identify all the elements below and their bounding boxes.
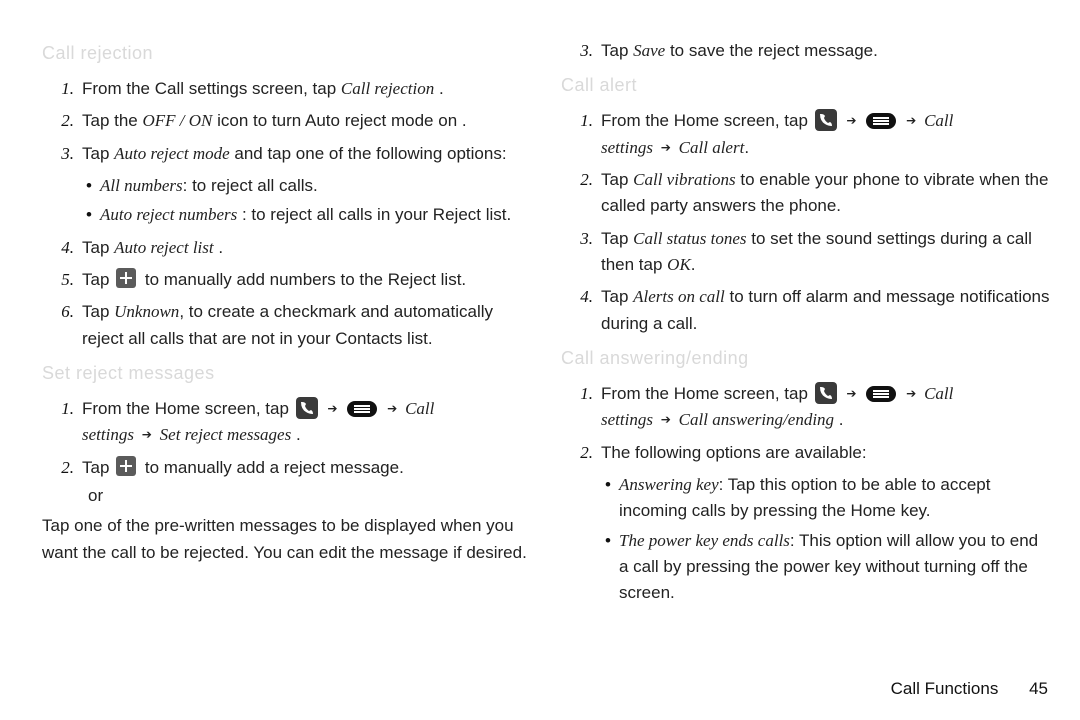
bullet: The power key ends calls: This option wi… [605, 528, 1052, 607]
bullet: Answering key: Tap this option to be abl… [605, 472, 1052, 525]
footer-section: Call Functions [891, 679, 999, 698]
step: 2. The following options are available: … [601, 440, 1052, 607]
phone-icon [815, 109, 837, 131]
arrow-icon: ➔ [843, 384, 859, 404]
arrow-icon: ➔ [324, 399, 340, 419]
step: 3. Tap Call status tones to set the soun… [601, 226, 1052, 279]
plus-icon [116, 268, 138, 290]
bullet: Auto reject numbers : to reject all call… [86, 202, 533, 228]
heading-call-answering-ending: Call answering/ending [561, 345, 1052, 373]
step: 2. Tap Call vibrations to enable your ph… [601, 167, 1052, 220]
bullet: All numbers: to reject all calls. [86, 173, 533, 199]
heading-call-rejection: Call rejection [42, 40, 533, 68]
step: 3. Tap Auto reject mode and tap one of t… [82, 141, 533, 229]
step: 3. Tap Save to save the reject message. [601, 38, 1052, 64]
right-column: 3. Tap Save to save the reject message. … [561, 34, 1052, 654]
page-footer: Call Functions 45 [891, 676, 1048, 702]
step: 2. Tap to manually add a reject message.… [82, 455, 533, 566]
arrow-icon: ➔ [384, 399, 400, 419]
step: 2. Tap the OFF / ON icon to turn Auto re… [82, 108, 533, 134]
menu-icon [866, 113, 896, 129]
step: 1. From the Call settings screen, tap Ca… [82, 76, 533, 102]
step: 1. From the Home screen, tap ➔ ➔ Call se… [82, 396, 533, 449]
manual-page: Call rejection 1. From the Call settings… [0, 0, 1080, 720]
step: 1. From the Home screen, tap ➔ ➔ Call se… [601, 381, 1052, 434]
arrow-icon: ➔ [658, 138, 674, 158]
heading-set-reject-messages: Set reject messages [42, 360, 533, 388]
arrow-icon: ➔ [903, 384, 919, 404]
menu-icon [347, 401, 377, 417]
step: 5. Tap to manually add numbers to the Re… [82, 267, 533, 293]
step: 6. Tap Unknown, to create a checkmark an… [82, 299, 533, 352]
plus-icon [116, 456, 138, 478]
phone-icon [815, 382, 837, 404]
arrow-icon: ➔ [843, 111, 859, 131]
arrow-icon: ➔ [903, 111, 919, 131]
step: 1. From the Home screen, tap ➔ ➔ Call se… [601, 108, 1052, 161]
step: 4. Tap Auto reject list . [82, 235, 533, 261]
left-column: Call rejection 1. From the Call settings… [42, 34, 533, 654]
heading-call-alert: Call alert [561, 72, 1052, 100]
phone-icon [296, 397, 318, 419]
arrow-icon: ➔ [658, 410, 674, 430]
step: 4. Tap Alerts on call to turn off alarm … [601, 284, 1052, 337]
arrow-icon: ➔ [139, 425, 155, 445]
menu-icon [866, 386, 896, 402]
page-number: 45 [1029, 676, 1048, 702]
